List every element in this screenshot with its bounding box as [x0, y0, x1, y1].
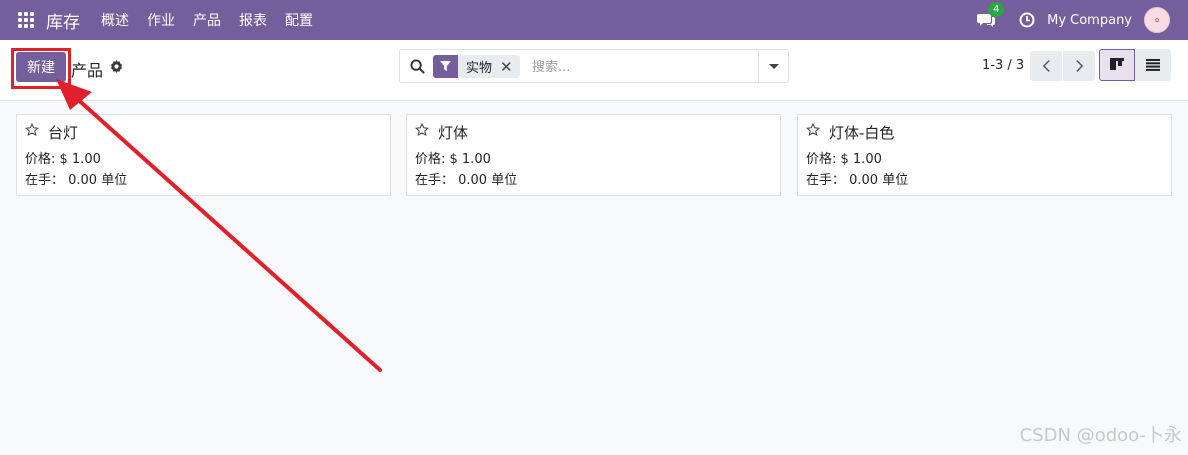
- product-name: 灯体: [438, 124, 469, 142]
- list-view-button[interactable]: [1135, 49, 1171, 81]
- kanban-view-button[interactable]: [1099, 49, 1135, 81]
- kanban-icon: [1110, 58, 1124, 70]
- filter-icon: [433, 55, 458, 78]
- user-avatar[interactable]: ✿: [1144, 7, 1170, 33]
- star-icon[interactable]: [806, 123, 820, 137]
- main-menu: 概述 作业 产品 报表 配置: [92, 10, 322, 30]
- product-onhand: 在手： 0.00 单位: [806, 173, 909, 188]
- pager-value[interactable]: 1-3 / 3: [982, 58, 1024, 73]
- activity-clock-icon[interactable]: [1019, 12, 1035, 28]
- control-panel: 新建 产品 实物 ✕ 1-3 / 3: [0, 40, 1188, 101]
- messaging-badge: 4: [988, 2, 1005, 17]
- product-card[interactable]: 灯体-白色 价格: $ 1.00 在手： 0.00 单位: [797, 114, 1172, 196]
- list-icon: [1146, 59, 1160, 71]
- search-icon[interactable]: [410, 59, 425, 74]
- menu-item-operations[interactable]: 作业: [138, 10, 184, 30]
- product-price: 价格: $ 1.00: [25, 152, 101, 167]
- product-price: 价格: $ 1.00: [415, 152, 491, 167]
- messaging-icon[interactable]: 4: [977, 2, 1005, 28]
- gear-icon[interactable]: [110, 60, 123, 73]
- chevron-right-icon: [1075, 60, 1083, 72]
- watermark: CSDN @odoo-卜永: [1019, 425, 1182, 446]
- search-facet: 实物 ✕: [433, 55, 520, 78]
- product-name: 台灯: [48, 124, 79, 142]
- product-onhand: 在手： 0.00 单位: [25, 173, 128, 188]
- product-card[interactable]: 台灯 价格: $ 1.00 在手： 0.00 单位: [16, 114, 391, 196]
- star-icon[interactable]: [25, 123, 39, 137]
- apps-menu-icon[interactable]: [18, 12, 34, 28]
- menu-item-configuration[interactable]: 配置: [276, 10, 322, 30]
- systray: 4 My Company ✿: [977, 0, 1188, 40]
- product-onhand: 在手： 0.00 单位: [415, 173, 518, 188]
- annotation-highlight-box: [11, 48, 71, 89]
- product-card[interactable]: 灯体 价格: $ 1.00 在手： 0.00 单位: [406, 114, 781, 196]
- top-navbar: 库存 概述 作业 产品 报表 配置 4 My Company ✿: [0, 0, 1188, 40]
- pager-next-button[interactable]: [1063, 51, 1095, 81]
- menu-item-products[interactable]: 产品: [184, 10, 230, 30]
- facet-label: 实物: [466, 61, 493, 76]
- search-options-toggle[interactable]: [758, 50, 788, 82]
- product-price: 价格: $ 1.00: [806, 152, 882, 167]
- menu-item-overview[interactable]: 概述: [92, 10, 138, 30]
- pager-previous-button[interactable]: [1030, 51, 1062, 81]
- star-icon[interactable]: [415, 123, 429, 137]
- facet-remove-icon[interactable]: ✕: [500, 58, 520, 76]
- caret-down-icon: [768, 63, 779, 69]
- app-title[interactable]: 库存: [46, 8, 80, 33]
- search-input[interactable]: [532, 56, 752, 78]
- company-switcher[interactable]: My Company: [1047, 13, 1132, 28]
- breadcrumb: 产品: [71, 61, 104, 80]
- chevron-left-icon: [1042, 60, 1050, 72]
- product-name: 灯体-白色: [829, 124, 895, 142]
- menu-item-reports[interactable]: 报表: [230, 10, 276, 30]
- search-bar: 实物 ✕: [399, 49, 789, 83]
